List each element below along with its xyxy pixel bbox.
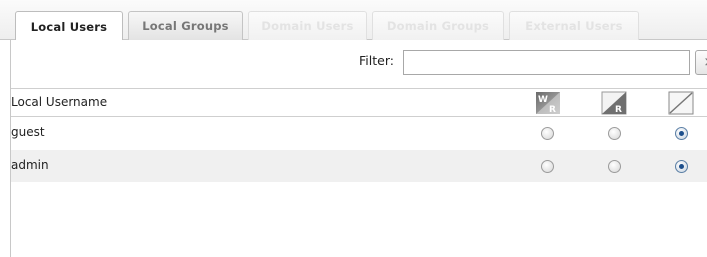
username-cell: guest — [11, 125, 45, 139]
filter-label: Filter: — [359, 53, 394, 68]
clear-filter-button[interactable]: × — [695, 50, 707, 75]
write-read-icon: W R — [536, 92, 560, 115]
tab-domain-users: Domain Users — [248, 11, 367, 40]
svg-text:R: R — [549, 105, 556, 115]
users-panel: Filter: × Local Username W R R g — [10, 40, 707, 257]
read-only-icon: R — [601, 91, 627, 115]
filter-input[interactable] — [403, 50, 690, 75]
write-read-radio[interactable] — [541, 160, 554, 173]
tab-local-groups[interactable]: Local Groups — [128, 11, 243, 40]
close-icon: × — [704, 55, 707, 70]
no-access-radio[interactable] — [675, 160, 688, 173]
no-access-icon — [668, 91, 694, 115]
svg-text:R: R — [615, 105, 622, 115]
column-header-username: Local Username — [11, 95, 108, 109]
tab-bar: Local Users Local Groups Domain Users Do… — [0, 0, 707, 41]
read-only-radio[interactable] — [608, 160, 621, 173]
read-only-radio[interactable] — [608, 127, 621, 140]
tab-local-users[interactable]: Local Users — [15, 11, 123, 41]
no-access-radio[interactable] — [675, 127, 688, 140]
tab-external-users: External Users — [509, 11, 639, 40]
table-row[interactable]: admin — [11, 150, 707, 182]
username-cell: admin — [11, 158, 49, 172]
tab-domain-groups: Domain Groups — [372, 11, 504, 40]
write-read-radio[interactable] — [541, 127, 554, 140]
table-header: Local Username W R R — [11, 88, 707, 117]
svg-text:W: W — [538, 95, 548, 105]
table-row[interactable]: guest — [11, 117, 707, 149]
